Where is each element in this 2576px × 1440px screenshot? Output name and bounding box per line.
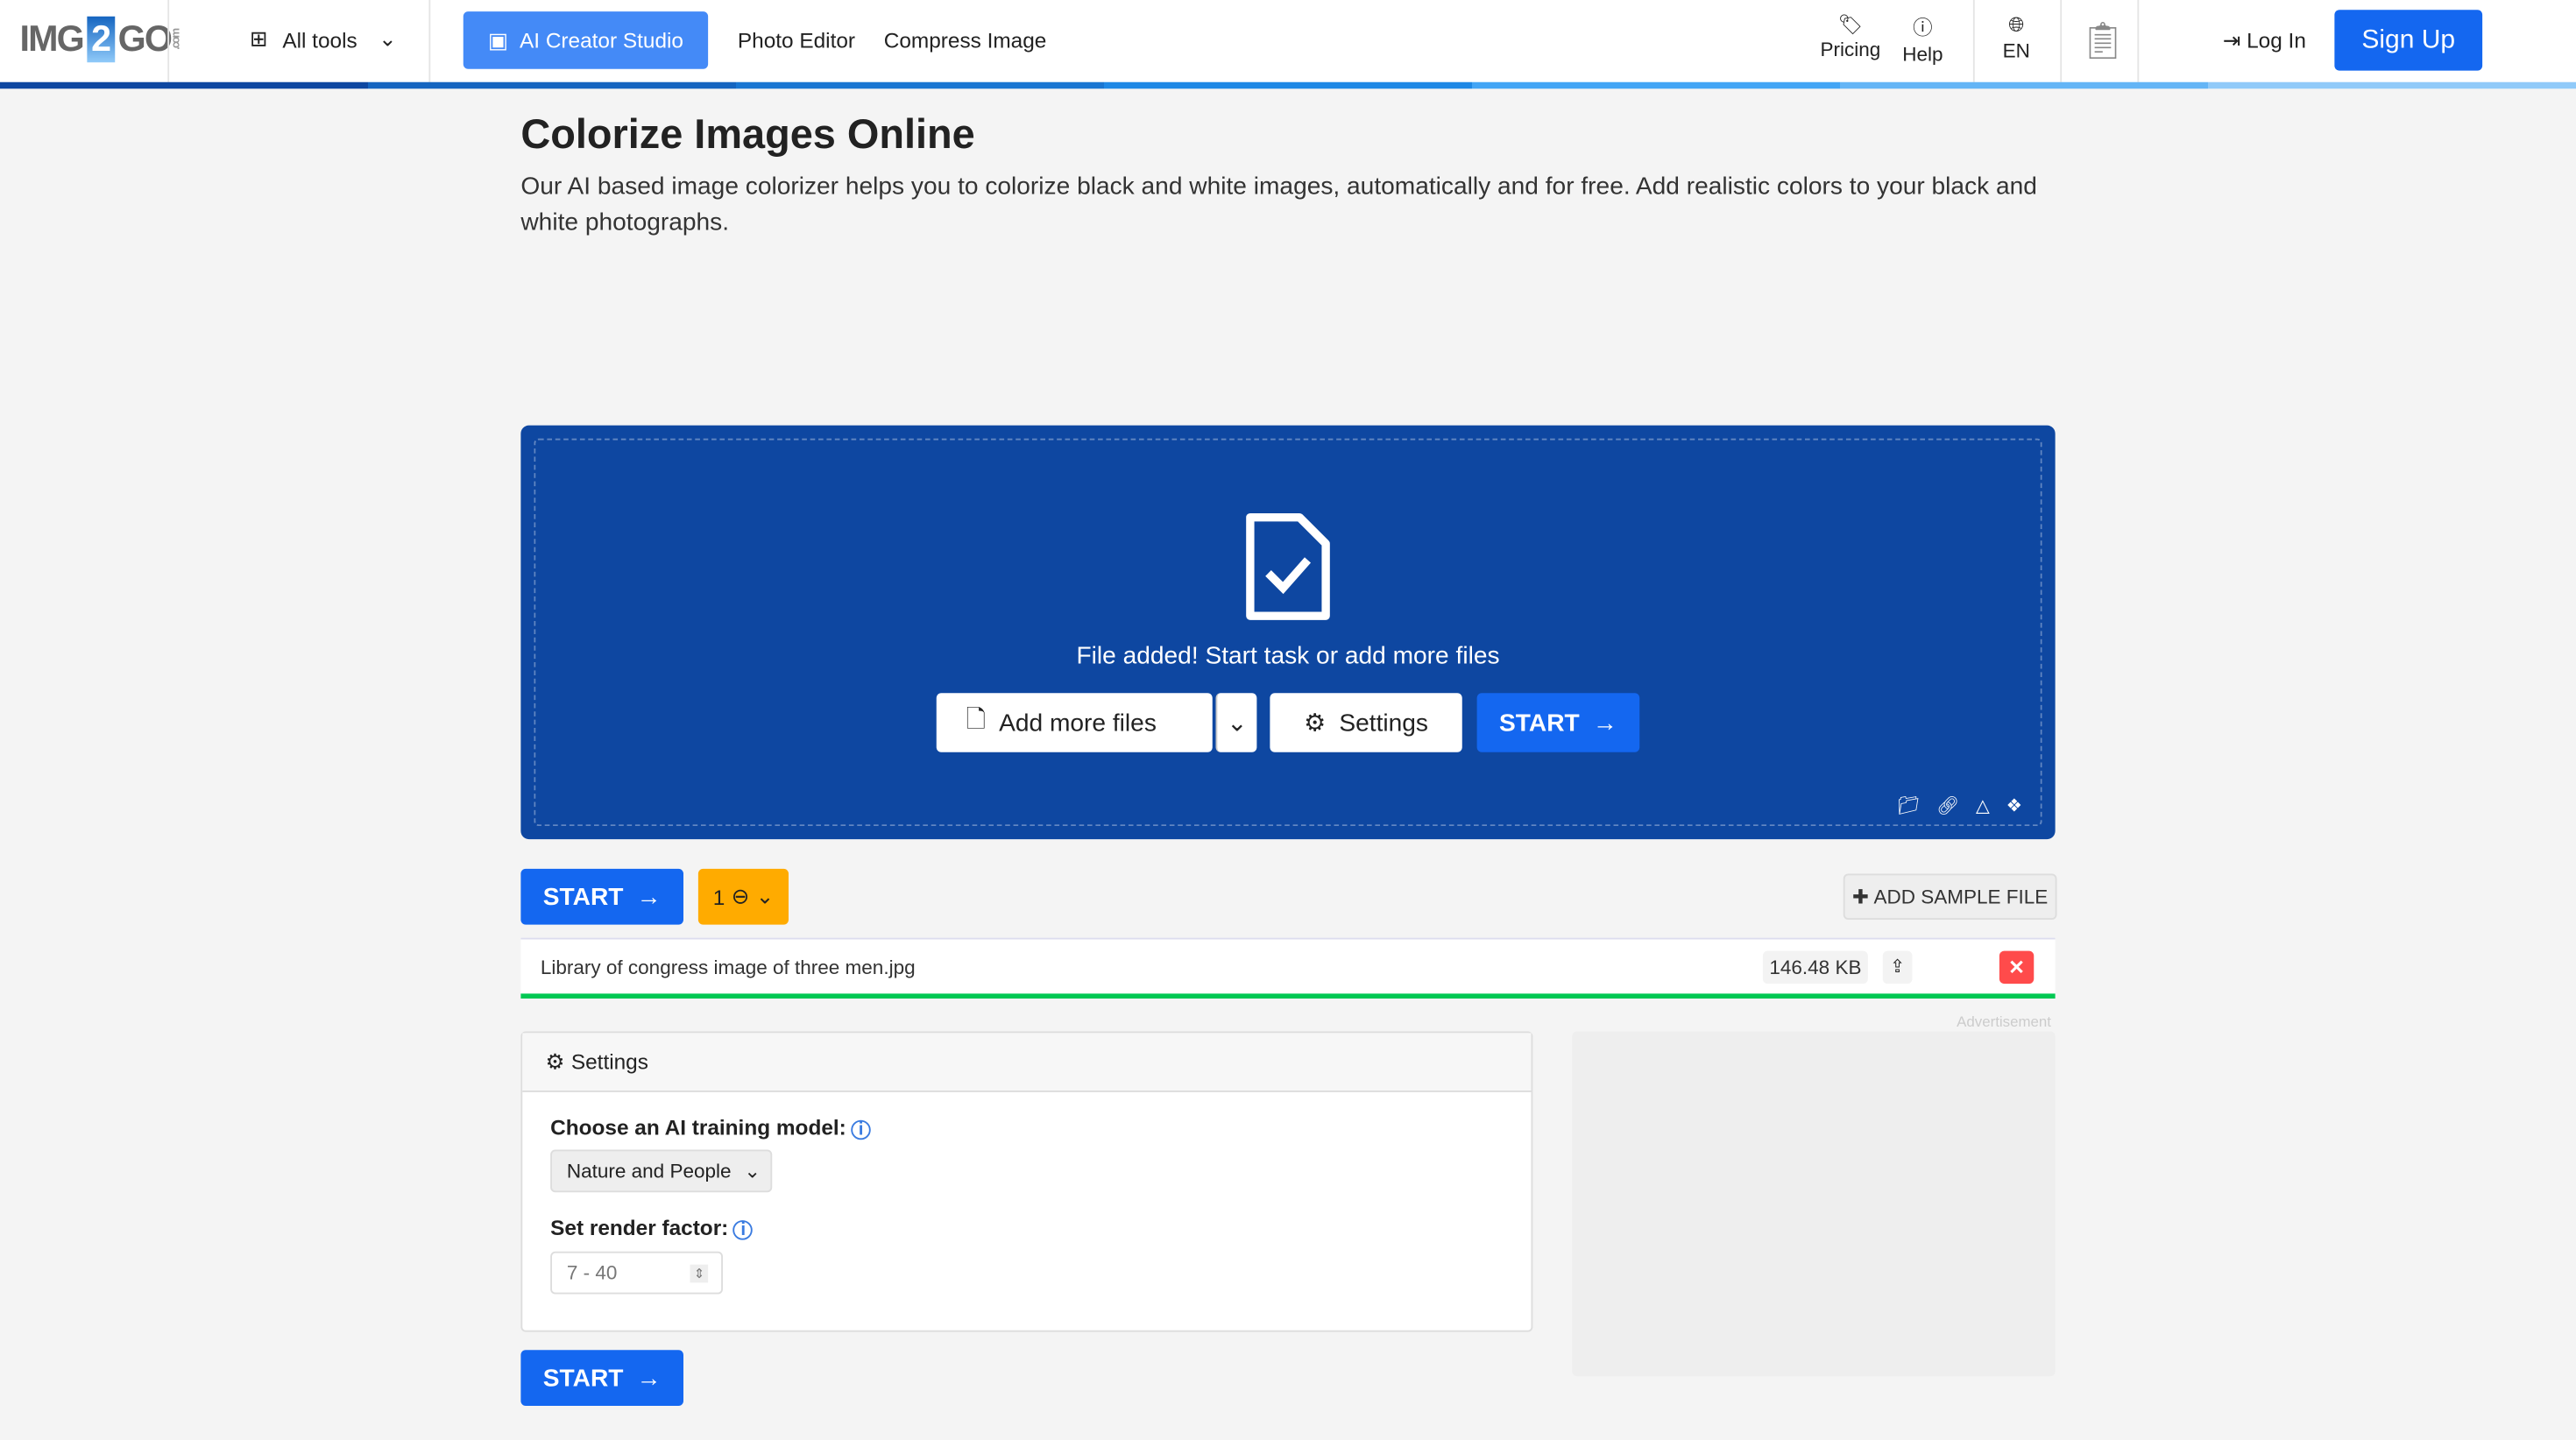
page-title: Colorize Images Online [520,111,975,159]
bottom-start-button[interactable]: START → [520,1350,683,1406]
dropzone-border [534,438,2042,827]
ai-image-icon: ▣ [487,26,508,53]
dropzone[interactable]: File added! Start task or add more files… [520,425,2056,840]
gears-icon: ⚙ [545,1048,565,1074]
arrow-right-icon: → [1592,709,1617,737]
pricing-label: Pricing [1820,38,1881,61]
render-factor-input[interactable]: 7 - 40 ⇕ [550,1251,723,1295]
advertisement-slot [1572,1031,2056,1377]
login-link[interactable]: ⇥ Log In [2223,28,2306,54]
settings-header: ⚙ Settings [522,1033,1532,1092]
signup-button[interactable]: Sign Up [2334,10,2483,71]
model-select-value: Nature and People [566,1159,732,1182]
all-tools-dropdown[interactable]: ⊞ All tools ⌄ [250,26,397,53]
top-nav: IMG 2 GO .com ⊞ All tools ⌄ ▣ AI Creator Studi… [0,0,2576,82]
dropzone-start-button[interactable]: START → [1476,693,1640,752]
help-link[interactable]: ⓘ Help [1902,13,1943,66]
question-icon: ⓘ [1913,16,1933,39]
language-label: EN [2002,39,2030,63]
arrow-right-icon: → [636,1364,662,1393]
logo-text: GO [117,18,173,60]
divider [2137,0,2140,82]
help-label: Help [1902,42,1943,66]
add-sample-label: ADD SAMPLE FILE [1873,885,2049,908]
start-label: START [1499,709,1580,737]
delete-file-button[interactable]: ✕ [1999,950,2035,985]
file-list-item: Library of congress image of three men.j… [520,937,2056,999]
divider [428,0,431,82]
logo[interactable]: IMG 2 GO .com [19,16,183,63]
logo-text: .com [171,29,183,50]
info-icon[interactable]: i [732,1220,754,1240]
chevron-down-icon: ⌄ [1227,709,1248,738]
add-source-dropdown[interactable]: ⌄ [1215,693,1257,752]
all-tools-label: All tools [282,26,357,53]
grid-icon: ⊞ [250,26,268,52]
globe-icon: 🌐︎ [2008,13,2025,37]
clipboard-history-icon[interactable]: 📋︎ [2080,20,2126,63]
model-label-text: Choose an AI training model: [550,1115,846,1140]
start-label: START [542,882,624,911]
model-select[interactable]: Nature and People ⌄ [550,1149,773,1193]
divider [1972,0,1975,82]
dropzone-status: File added! Start task or add more files [1076,642,1500,670]
login-label: Log In [2247,27,2306,53]
header-accent-bar [0,81,2576,89]
start-button[interactable]: START → [520,868,683,925]
divider [2060,0,2063,82]
pricing-link[interactable]: 🏷︎ Pricing [1821,13,1881,60]
add-more-files-button[interactable]: 🗋 Add more files [936,693,1213,752]
file-size: 146.48 KB [1762,950,1868,985]
folder-icon[interactable]: 📁︎ [1897,795,1920,816]
credits-count: 1 [712,884,725,909]
info-icon[interactable]: i [851,1119,871,1140]
login-icon: ⇥ [2222,27,2241,53]
photo-editor-link[interactable]: Photo Editor [738,28,855,53]
file-add-icon: 🗋 [966,705,987,734]
render-label-text: Set render factor: [550,1215,729,1240]
arrow-right-icon: → [636,882,662,911]
dropzone-settings-button[interactable]: ⚙ Settings [1270,693,1462,752]
link-icon[interactable]: 🔗︎ [1936,795,1959,816]
google-drive-icon[interactable]: △ [1976,795,1990,816]
chevron-down-icon: ⌄ [744,1159,761,1182]
dropbox-icon[interactable]: ❖ [2006,795,2023,816]
upload-progress-bar [520,993,2056,999]
spinner-icon[interactable]: ⇕ [690,1263,709,1282]
start-label: START [542,1364,624,1393]
tag-icon: 🏷︎ [1837,13,1864,37]
settings-title: Settings [570,1049,648,1075]
add-sample-file-button[interactable]: ✚ ADD SAMPLE FILE [1843,873,2057,920]
language-selector[interactable]: 🌐︎ EN [2003,13,2030,62]
ad-label: Advertisement [1957,1013,2051,1030]
upload-cloud-icon[interactable]: ⇪ [1882,950,1913,985]
ai-creator-studio-button[interactable]: ▣ AI Creator Studio [463,11,709,69]
credits-dropdown[interactable]: 1 ⊖ ⌄ [697,868,789,925]
plus-icon: ✚ [1851,885,1869,908]
render-factor-placeholder: 7 - 40 [566,1261,618,1285]
logo-text: IMG [19,18,85,60]
page-description: Our AI based image colorizer helps you t… [520,172,2037,236]
chevron-down-icon: ⌄ [379,26,397,52]
add-more-label: Add more files [999,709,1157,737]
settings-label: Settings [1339,709,1428,737]
file-check-icon [1246,512,1330,620]
divider [167,0,170,82]
logo-text: 2 [86,16,115,63]
settings-panel: ⚙ Settings Choose an AI training model: i … [520,1031,1533,1332]
file-name: Library of congress image of three men.j… [540,956,916,979]
render-factor-label: Set render factor: i [550,1215,754,1240]
compress-image-link[interactable]: Compress Image [884,28,1047,53]
coin-icon: ⊖ [731,883,750,908]
chevron-down-icon: ⌄ [755,883,775,908]
ai-creator-label: AI Creator Studio [520,27,683,53]
gears-icon: ⚙ [1304,709,1327,738]
model-label: Choose an AI training model: i [550,1115,871,1140]
